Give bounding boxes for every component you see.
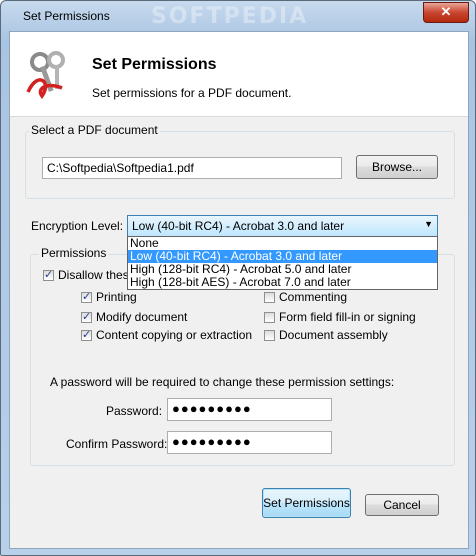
- form-fill-checkbox-box[interactable]: [264, 312, 275, 323]
- dialog-body: Set Permissions Set permissions for a PD…: [9, 31, 469, 549]
- keys-icon: [26, 51, 65, 99]
- content-copying-label: Content copying or extraction: [96, 328, 253, 342]
- encryption-dropdown-list: None Low (40-bit RC4) - Acrobat 3.0 and …: [127, 236, 438, 290]
- document-assembly-checkbox[interactable]: Document assembly: [264, 328, 388, 342]
- password-field[interactable]: ●●●●●●●●●: [167, 398, 332, 421]
- cancel-button[interactable]: Cancel: [365, 494, 439, 516]
- close-icon: ✕: [440, 4, 452, 19]
- pdf-path-input[interactable]: C:\Softpedia\Softpedia1.pdf: [42, 157, 342, 179]
- set-permissions-button[interactable]: Set Permissions: [262, 488, 351, 518]
- password-note: A password will be required to change th…: [50, 375, 395, 389]
- select-pdf-group-label: Select a PDF document: [29, 123, 160, 137]
- disallow-checkbox-box[interactable]: [43, 268, 54, 281]
- password-label: Password:: [106, 404, 163, 418]
- chevron-down-icon: ▼: [424, 219, 433, 229]
- commenting-checkbox-box[interactable]: [264, 292, 275, 303]
- form-fill-label: Form field fill-in or signing: [279, 310, 416, 324]
- dialog-header: Set Permissions Set permissions for a PD…: [10, 32, 468, 117]
- document-assembly-label: Document assembly: [279, 328, 388, 342]
- modify-document-checkbox[interactable]: Modify document: [81, 310, 187, 324]
- encryption-level-label: Encryption Level:: [31, 219, 124, 233]
- confirm-password-label: Confirm Password:: [66, 437, 168, 451]
- printing-label: Printing: [96, 290, 137, 304]
- browse-button[interactable]: Browse...: [356, 155, 438, 179]
- document-assembly-checkbox-box[interactable]: [264, 330, 275, 341]
- dialog-window: Set Permissions SOFTPEDIA ✕ Set Permissi…: [0, 0, 476, 556]
- commenting-label: Commenting: [279, 290, 348, 304]
- permissions-group-label: Permissions: [39, 246, 109, 260]
- content-copying-checkbox[interactable]: Content copying or extraction: [81, 328, 252, 342]
- form-fill-checkbox[interactable]: Form field fill-in or signing: [264, 310, 416, 324]
- modify-document-checkbox-box[interactable]: [81, 310, 92, 323]
- encryption-option-high-aes[interactable]: High (128-bit AES) - Acrobat 7.0 and lat…: [128, 276, 437, 289]
- title-bar[interactable]: Set Permissions SOFTPEDIA ✕: [1, 1, 475, 31]
- printing-checkbox[interactable]: Printing: [81, 290, 137, 304]
- encryption-selected-value: Low (40-bit RC4) - Acrobat 3.0 and later: [132, 219, 345, 233]
- confirm-password-field[interactable]: ●●●●●●●●●: [167, 431, 332, 454]
- content-copying-checkbox-box[interactable]: [81, 328, 92, 341]
- close-button[interactable]: ✕: [423, 2, 469, 23]
- header-subtitle: Set permissions for a PDF document.: [92, 86, 292, 100]
- disallow-checkbox[interactable]: Disallow these: [43, 268, 135, 282]
- window-title: Set Permissions: [23, 9, 110, 23]
- modify-document-label: Modify document: [96, 310, 188, 324]
- commenting-checkbox[interactable]: Commenting: [264, 290, 347, 304]
- header-title: Set Permissions: [92, 56, 217, 73]
- disallow-checkbox-label: Disallow these: [58, 268, 136, 282]
- printing-checkbox-box[interactable]: [81, 290, 92, 303]
- encryption-level-select[interactable]: Low (40-bit RC4) - Acrobat 3.0 and later…: [127, 215, 438, 237]
- watermark-logo: SOFTPEDIA: [151, 4, 309, 29]
